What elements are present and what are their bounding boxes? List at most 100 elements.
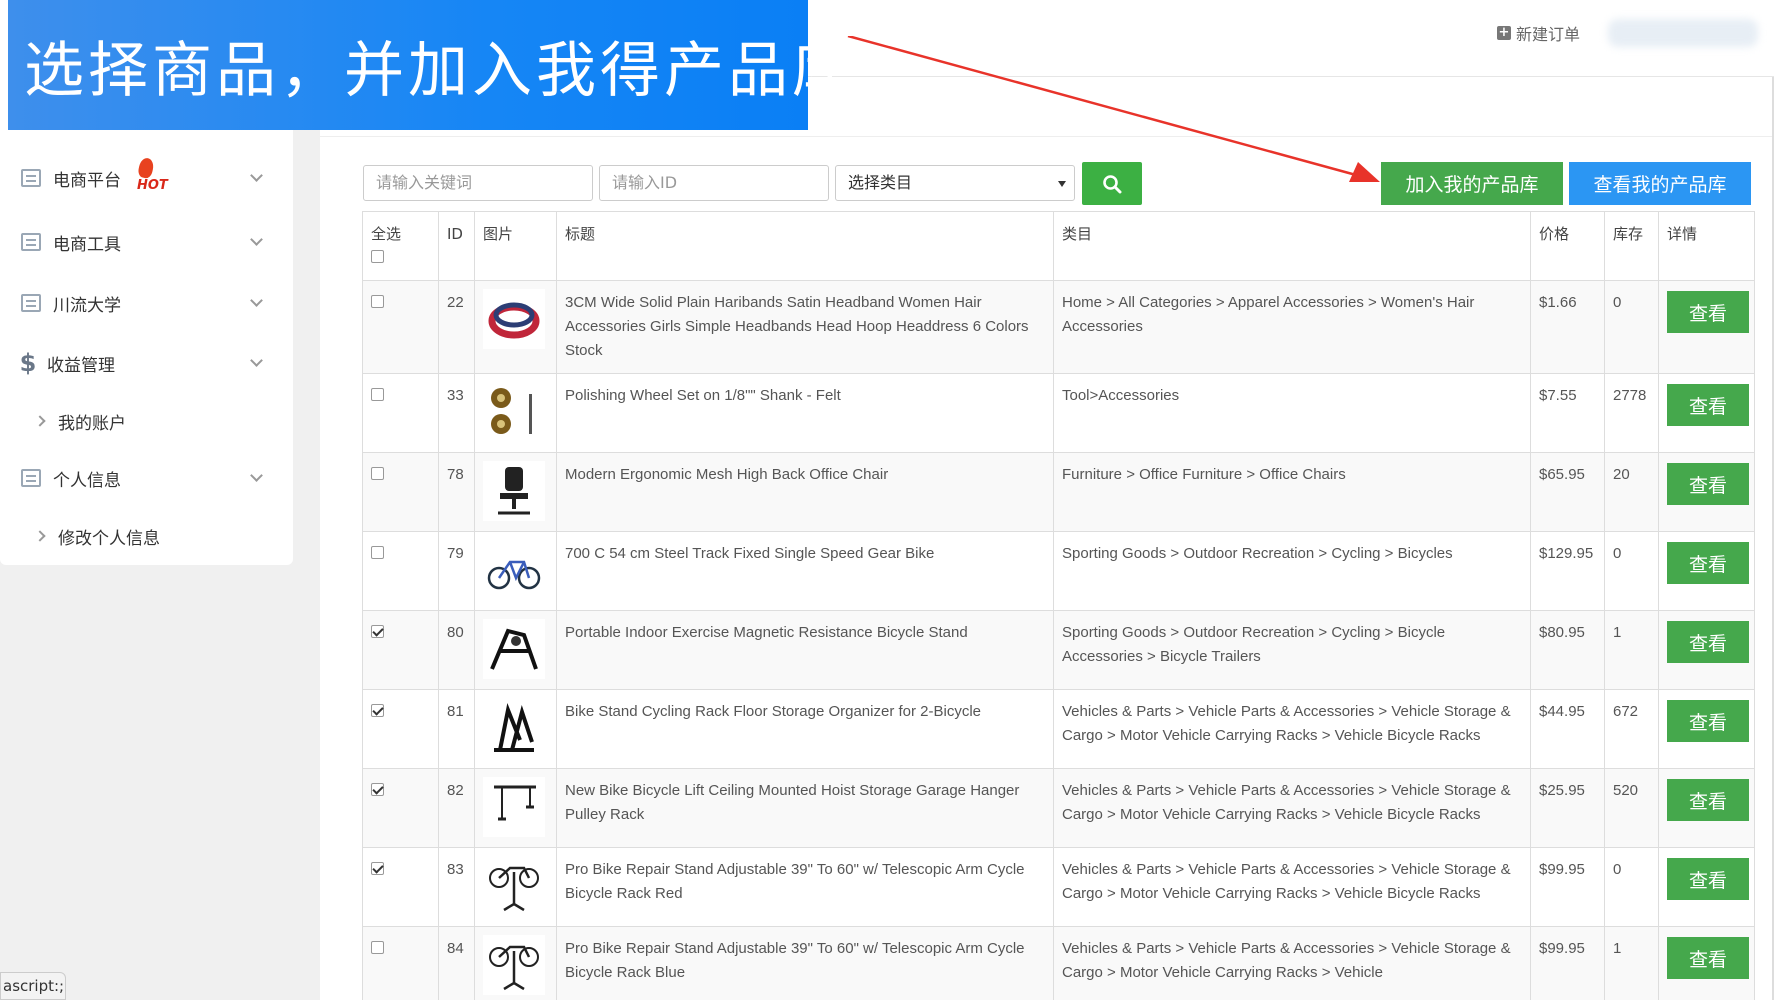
view-detail-button[interactable]: 查看 xyxy=(1667,621,1749,663)
view-detail-button[interactable]: 查看 xyxy=(1667,779,1749,821)
row-checkbox[interactable] xyxy=(371,625,384,638)
row-title: Portable Indoor Exercise Magnetic Resist… xyxy=(556,610,1054,690)
price-header: 价格 xyxy=(1530,211,1605,281)
title-header: 标题 xyxy=(556,211,1054,281)
list-icon xyxy=(21,294,41,312)
blurred-user-info xyxy=(1608,19,1758,47)
row-price: $65.95 xyxy=(1530,452,1605,532)
view-detail-button[interactable]: 查看 xyxy=(1667,463,1749,505)
row-select-cell xyxy=(362,280,439,374)
row-id: 22 xyxy=(438,280,475,374)
table-row: 82 New Bike Bicycle Lift Ceiling Mounted … xyxy=(362,768,1755,848)
row-checkbox[interactable] xyxy=(371,862,384,875)
chevron-down-icon xyxy=(250,233,263,246)
product-table: 全选 ID 图片 标题 类目 价格 库存 详情 22 3CM Wide Solid… xyxy=(362,211,1755,1000)
sidebar-subitem-my-account[interactable]: 我的账户 xyxy=(0,403,293,439)
row-stock: 1 xyxy=(1604,610,1659,690)
view-detail-button[interactable]: 查看 xyxy=(1667,937,1749,979)
row-title: Polishing Wheel Set on 1/8"" Shank - Fel… xyxy=(556,373,1054,453)
row-detail-cell: 查看 xyxy=(1658,847,1755,927)
sidebar-item-personal-info[interactable]: 个人信息 xyxy=(0,458,293,498)
row-image-cell xyxy=(474,610,557,690)
sidebar-item-ecommerce-platform[interactable]: 电商平台 HOT xyxy=(0,156,293,198)
row-price: $44.95 xyxy=(1530,689,1605,769)
bike-rack-icon xyxy=(483,698,545,758)
chevron-down-icon xyxy=(250,169,263,182)
row-checkbox[interactable] xyxy=(371,783,384,796)
view-detail-button[interactable]: 查看 xyxy=(1667,542,1749,584)
row-checkbox[interactable] xyxy=(371,941,384,954)
status-bar-url: ascript:; xyxy=(0,972,66,1000)
hot-badge-icon: HOT xyxy=(133,156,168,194)
row-checkbox[interactable] xyxy=(371,467,384,480)
row-category: Home > All Categories > Apparel Accessor… xyxy=(1053,280,1531,374)
row-id: 80 xyxy=(438,610,475,690)
plus-icon: + xyxy=(1496,25,1511,40)
select-all-checkbox[interactable] xyxy=(371,250,384,263)
row-detail-cell: 查看 xyxy=(1658,768,1755,848)
row-image-cell xyxy=(474,689,557,769)
table-row: 84 Pro Bike Repair Stand Adjustable 39" T… xyxy=(362,926,1755,1000)
row-checkbox[interactable] xyxy=(371,295,384,308)
row-image-cell xyxy=(474,280,557,374)
row-image-cell xyxy=(474,847,557,927)
add-to-my-library-button[interactable]: 加入我的产品库 xyxy=(1381,162,1563,205)
row-checkbox[interactable] xyxy=(371,388,384,401)
list-icon xyxy=(21,233,41,251)
annotation-arrow xyxy=(847,36,1380,182)
select-all-header: 全选 xyxy=(362,211,439,281)
row-title: Pro Bike Repair Stand Adjustable 39" To … xyxy=(556,926,1054,1000)
bike-icon xyxy=(483,540,545,600)
view-detail-button[interactable]: 查看 xyxy=(1667,384,1749,426)
sidebar-item-earnings[interactable]: $ 收益管理 xyxy=(0,343,293,383)
chevron-right-icon xyxy=(34,530,46,542)
keyword-search-input[interactable]: 请输入关键词 xyxy=(363,165,593,201)
row-select-cell xyxy=(362,531,439,611)
bike-hoist-icon xyxy=(483,777,545,837)
row-stock: 1 xyxy=(1604,926,1659,1000)
view-my-library-button[interactable]: 查看我的产品库 xyxy=(1569,162,1751,205)
row-stock: 0 xyxy=(1604,847,1659,927)
row-select-cell xyxy=(362,373,439,453)
table-row: 33 Polishing Wheel Set on 1/8"" Shank - F… xyxy=(362,373,1755,453)
row-detail-cell: 查看 xyxy=(1658,452,1755,532)
row-checkbox[interactable] xyxy=(371,546,384,559)
sidebar-item-chuanliu-university[interactable]: 川流大学 xyxy=(0,283,293,323)
table-row: 78 Modern Ergonomic Mesh High Back Office… xyxy=(362,452,1755,532)
sidebar-item-label: 川流大学 xyxy=(53,295,121,316)
image-header: 图片 xyxy=(474,211,557,281)
list-icon xyxy=(21,469,41,487)
row-select-cell xyxy=(362,452,439,532)
view-detail-button[interactable]: 查看 xyxy=(1667,291,1749,333)
row-category: Sporting Goods > Outdoor Recreation > Cy… xyxy=(1053,531,1531,611)
row-title: New Bike Bicycle Lift Ceiling Mounted Ho… xyxy=(556,768,1054,848)
sidebar-item-label: 收益管理 xyxy=(47,355,115,376)
sidebar-subitem-label: 我的账户 xyxy=(58,413,126,434)
sidebar-item-ecommerce-tools[interactable]: 电商工具 xyxy=(0,222,293,262)
row-select-cell xyxy=(362,689,439,769)
banner-edge xyxy=(0,0,8,130)
new-order-button[interactable]: + 新建订单 xyxy=(1496,21,1580,45)
row-detail-cell: 查看 xyxy=(1658,280,1755,374)
table-row: 80 Portable Indoor Exercise Magnetic Resi… xyxy=(362,610,1755,690)
id-search-input[interactable]: 请输入ID xyxy=(599,165,829,201)
row-detail-cell: 查看 xyxy=(1658,373,1755,453)
row-price: $99.95 xyxy=(1530,847,1605,927)
row-title: 3CM Wide Solid Plain Haribands Satin Hea… xyxy=(556,280,1054,374)
chevron-down-icon xyxy=(250,469,263,482)
row-stock: 672 xyxy=(1604,689,1659,769)
row-price: $99.95 xyxy=(1530,926,1605,1000)
sidebar-subitem-edit-personal-info[interactable]: 修改个人信息 xyxy=(0,518,293,554)
table-row: 22 3CM Wide Solid Plain Haribands Satin H… xyxy=(362,280,1755,374)
row-price: $7.55 xyxy=(1530,373,1605,453)
select-all-label: 全选 xyxy=(371,225,402,243)
table-row: 81 Bike Stand Cycling Rack Floor Storage … xyxy=(362,689,1755,769)
view-detail-button[interactable]: 查看 xyxy=(1667,700,1749,742)
row-checkbox[interactable] xyxy=(371,704,384,717)
row-category: Sporting Goods > Outdoor Recreation > Cy… xyxy=(1053,610,1531,690)
row-select-cell xyxy=(362,610,439,690)
repair-stand-icon xyxy=(483,856,545,916)
view-detail-button[interactable]: 查看 xyxy=(1667,858,1749,900)
row-id: 78 xyxy=(438,452,475,532)
row-id: 82 xyxy=(438,768,475,848)
